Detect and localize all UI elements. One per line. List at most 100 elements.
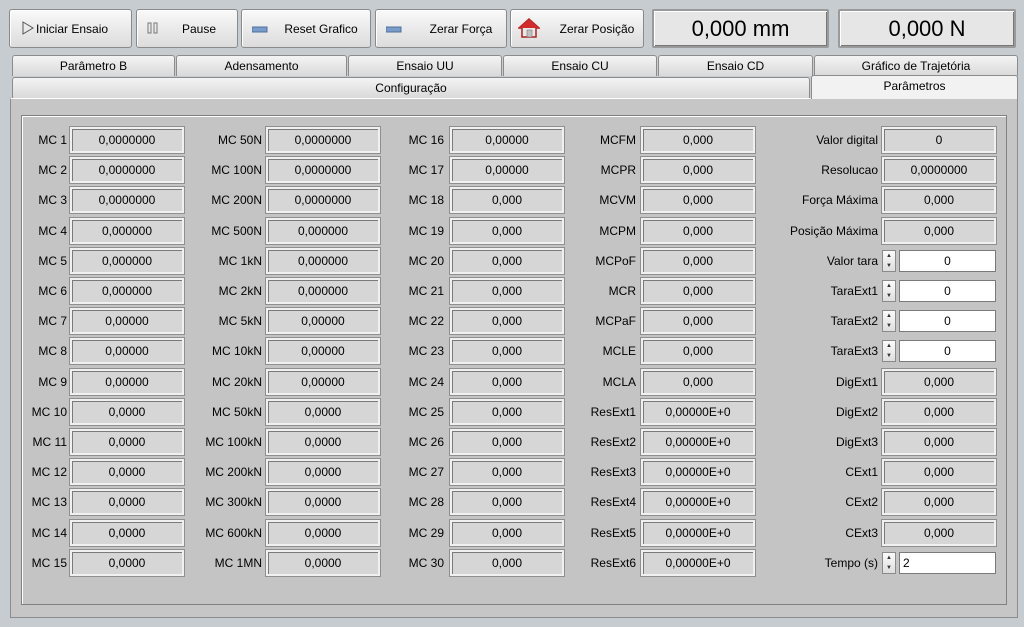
param-value: 0,0000000 [265,156,381,185]
spinner-arrows-icon[interactable]: ▲ ▼ [882,340,896,363]
spinner-arrows-icon[interactable]: ▲ ▼ [882,310,896,333]
param-input[interactable]: 0 [899,249,996,272]
param-value: 0,000 [640,337,756,366]
param-label: MCVM [599,193,636,208]
param-value: 0,000 [881,458,997,487]
param-value: 0,0000 [265,397,381,426]
spinner-arrows-icon[interactable]: ▲ ▼ [882,249,896,272]
param-row-mc-3: MC 3 0,0000000 [22,186,185,215]
param-value: 0,00000 [69,307,185,336]
param-label: MC 9 [38,374,67,389]
param-value: 0,0000 [265,428,381,456]
pause-button[interactable]: Pause [136,9,238,48]
param-label: MC 30 [408,555,444,570]
param-row-mc-9: MC 9 0,00000 [22,367,185,396]
param-value: 0,00000 [265,307,381,336]
param-row-mc-500n: MC 500N 0,000000 [192,216,381,245]
param-label: Valor tara [826,253,878,268]
param-input[interactable]: 0 [899,310,996,333]
param-value: 0,00000 [69,337,185,366]
param-label: ResExt4 [590,495,636,510]
param-value: 0,00000 [265,367,381,396]
param-label: MC 300kN [205,495,262,510]
param-label: MC 17 [408,163,444,178]
tab-ensaio-cd[interactable]: Ensaio CD [658,55,813,76]
tab-ensaio-cu[interactable]: Ensaio CU [503,55,657,76]
parametros-panel: MC 1 0,0000000 MC 2 0,0000000 MC 3 0,0000000 M… [10,98,1018,618]
param-row-mc-1kn: MC 1kN 0,000000 [192,246,381,275]
param-label: MCPM [599,223,636,238]
param-label: DigExt2 [835,404,878,419]
param-row-mc-2: MC 2 0,0000000 [22,156,185,185]
param-row-cext2: CExt2 0,000 [762,488,997,517]
param-label: MC 16 [408,133,444,147]
tab-parametros[interactable]: Parâmetros [811,75,1018,99]
param-row-resext1: ResExt1 0,00000E+0 [567,397,756,426]
param-label: MC 11 [32,435,67,449]
param-value: 0,000 [449,186,565,215]
param-label: MC 100kN [205,435,262,449]
param-label: MC 200kN [205,465,262,480]
param-label: Força Máxima [801,193,878,208]
tab-grafico-trajetoria[interactable]: Gráfico de Trajetória [814,55,1018,76]
zerar-posicao-button[interactable]: Zerar Posição [510,9,644,48]
param-row-mcpof: MCPoF 0,000 [567,246,756,275]
param-label: ResExt2 [590,435,636,449]
param-label: MC 20 [408,253,444,268]
param-value: 0,000 [640,367,756,396]
param-label: Posição Máxima [789,223,878,238]
param-row-mc-22: MC 22 0,000 [392,307,565,336]
param-label: MC 29 [408,525,444,540]
tab-parametro-b[interactable]: Parâmetro B [12,55,175,76]
param-input[interactable]: 0 [899,340,996,363]
param-row-mc-100n: MC 100N 0,0000000 [192,156,381,185]
param-label: MC 14 [31,525,67,540]
tab-configuracao[interactable]: Configuração [12,77,810,98]
param-value: 0,000 [449,518,565,547]
param-label: Tempo (s) [824,555,878,570]
zerar-forca-button[interactable]: Zerar Força [375,9,507,48]
param-value: 0,000 [449,277,565,305]
param-row-mc-30: MC 30 0,000 [392,548,565,577]
param-row-cext3: CExt3 0,000 [762,518,997,547]
param-value: 0,000 [640,156,756,185]
param-row-mc-26: MC 26 0,000 [392,428,565,456]
param-row-resext3: ResExt3 0,00000E+0 [567,458,756,487]
param-row-mc-50n: MC 50N 0,0000000 [192,126,381,154]
param-input[interactable]: 0 [899,280,996,302]
spinner-arrows-icon[interactable]: ▲ ▼ [882,551,896,574]
tab-adensamento[interactable]: Adensamento [176,55,347,76]
param-label: MC 18 [408,193,444,208]
iniciar-ensaio-label: Iniciar Ensaio [36,21,109,36]
zerar-forca-label: Zerar Força [429,21,493,36]
param-row-digext1: DigExt1 0,000 [762,367,997,396]
param-label: DigExt3 [835,435,878,449]
param-value: 0,000 [640,246,756,275]
param-value: 0,00000E+0 [640,397,756,426]
param-label: Resolucao [821,163,878,178]
param-row-resolucao: Resolucao 0,0000000 [762,156,997,185]
param-label: MC 12 [31,465,67,480]
param-row-mc-20: MC 20 0,000 [392,246,565,275]
param-label: MCR [608,284,636,298]
iniciar-ensaio-button[interactable]: Iniciar Ensaio [9,9,132,48]
param-row-mcpaf: MCPaF 0,000 [567,307,756,336]
param-row-for-a-m-xima: Força Máxima 0,000 [762,186,997,215]
param-label: TaraExt2 [830,314,878,329]
param-label: MC 5kN [218,314,262,329]
param-row-posi-o-m-xima: Posição Máxima 0,000 [762,216,997,245]
param-row-mc-12: MC 12 0,0000 [22,458,185,487]
param-label: MC 25 [408,404,444,419]
param-row-mc-13: MC 13 0,0000 [22,488,185,517]
param-label: MC 1kN [218,253,262,268]
param-row-mc-1mn: MC 1MN 0,0000 [192,548,381,577]
spinner-arrows-icon[interactable]: ▲ ▼ [882,280,896,302]
tab-ensaio-uu[interactable]: Ensaio UU [348,55,502,76]
param-label: MC 20kN [211,374,262,389]
param-input[interactable]: 2 [899,551,996,574]
param-value: 0,000 [449,488,565,517]
param-value: 0,0000 [69,488,185,517]
reset-grafico-button[interactable]: Reset Grafico [241,9,371,48]
param-row-resext5: ResExt5 0,00000E+0 [567,518,756,547]
param-row-mc-11: MC 11 0,0000 [22,428,185,456]
